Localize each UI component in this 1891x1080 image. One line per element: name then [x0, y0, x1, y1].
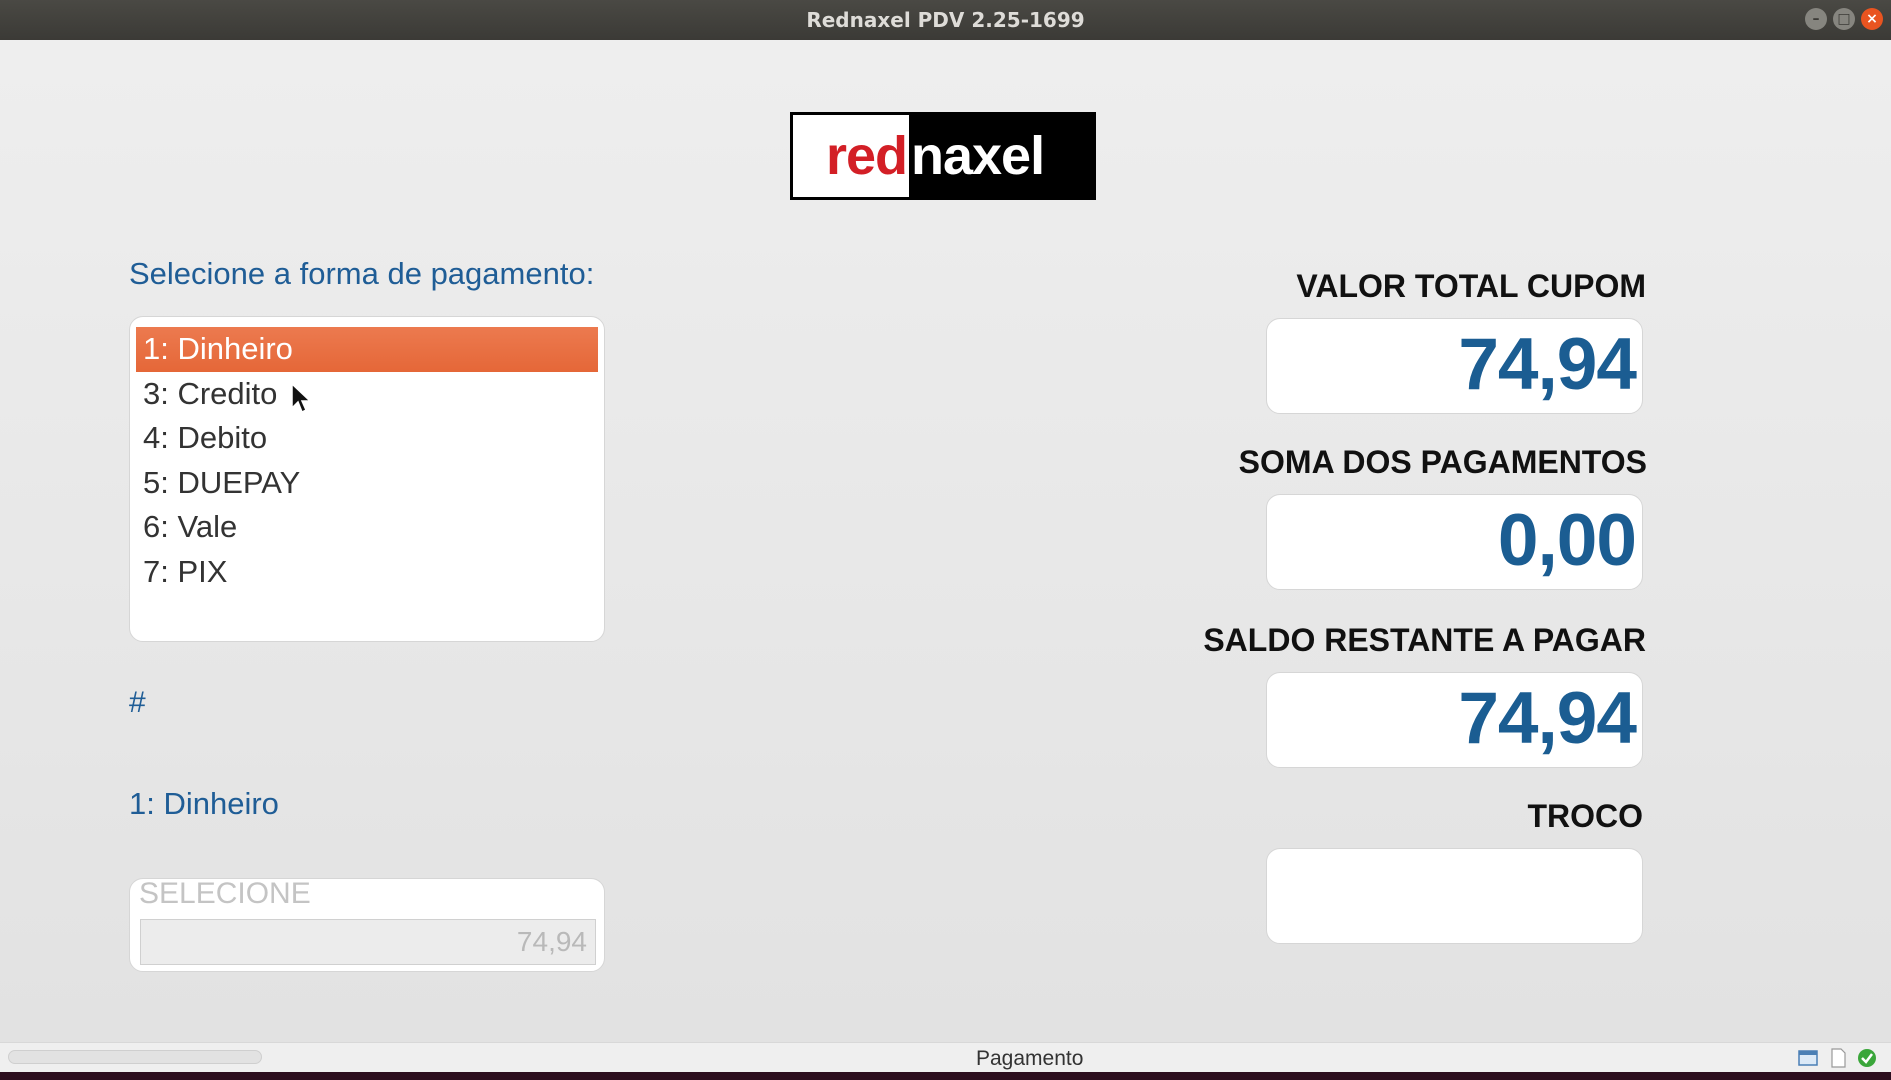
total-value: 74,94 — [1458, 324, 1637, 405]
mouse-pointer-icon — [291, 383, 312, 414]
logo-red-part: red — [793, 115, 909, 197]
paid-sum-label: SOMA DOS PAGAMENTOS — [1238, 444, 1647, 480]
total-value-box: 74,94 — [1266, 318, 1643, 414]
close-button[interactable]: × — [1861, 8, 1883, 30]
select-label: SELECIONE — [139, 877, 311, 910]
logo-naxel-part: naxel — [911, 126, 1045, 186]
payment-amount-input[interactable]: 74,94 — [140, 919, 596, 965]
payment-option[interactable]: 1: Dinheiro — [136, 327, 598, 372]
check-icon — [1858, 1049, 1876, 1067]
window-icon[interactable] — [1798, 1048, 1818, 1068]
status-text: Pagamento — [976, 1047, 1084, 1070]
payment-option[interactable]: 7: PIX — [136, 550, 598, 595]
payment-option[interactable]: 6: Vale — [136, 505, 598, 550]
horizontal-scrollbar[interactable] — [8, 1050, 262, 1064]
payment-option[interactable]: 4: Debito — [136, 416, 598, 461]
title-bar: Rednaxel PDV 2.25-1699 – □ × — [0, 0, 1891, 40]
minimize-button[interactable]: – — [1805, 8, 1827, 30]
window-controls: – □ × — [1805, 8, 1883, 30]
paid-sum-value: 0,00 — [1497, 500, 1637, 581]
change-label: TROCO — [1527, 798, 1643, 834]
maximize-button[interactable]: □ — [1833, 8, 1855, 30]
document-icon[interactable] — [1828, 1048, 1848, 1068]
payment-option[interactable]: 3: Credito — [136, 372, 598, 417]
remaining-label: SALDO RESTANTE A PAGAR — [1203, 622, 1646, 658]
remaining-value-box: 74,94 — [1266, 672, 1643, 768]
window-title: Rednaxel PDV 2.25-1699 — [806, 8, 1085, 32]
status-bar: Pagamento — [0, 1042, 1891, 1072]
rednaxel-logo: red naxel — [790, 112, 1096, 200]
total-label: VALOR TOTAL CUPOM — [1296, 268, 1646, 304]
payment-amount-box: SELECIONE 74,94 — [129, 877, 605, 972]
change-value-box — [1266, 848, 1643, 944]
payment-hash-label: # — [129, 686, 146, 719]
paid-sum-box: 0,00 — [1266, 494, 1643, 590]
payment-method-list[interactable]: 1: Dinheiro 3: Credito 4: Debito 5: DUEPAY 6… — [129, 316, 605, 642]
chosen-payment-method: 1: Dinheiro — [129, 786, 279, 821]
bottom-strip — [0, 1072, 1891, 1080]
payment-option[interactable]: 5: DUEPAY — [136, 461, 598, 506]
payment-prompt: Selecione a forma de pagamento: — [129, 256, 595, 291]
remaining-value: 74,94 — [1458, 678, 1637, 759]
